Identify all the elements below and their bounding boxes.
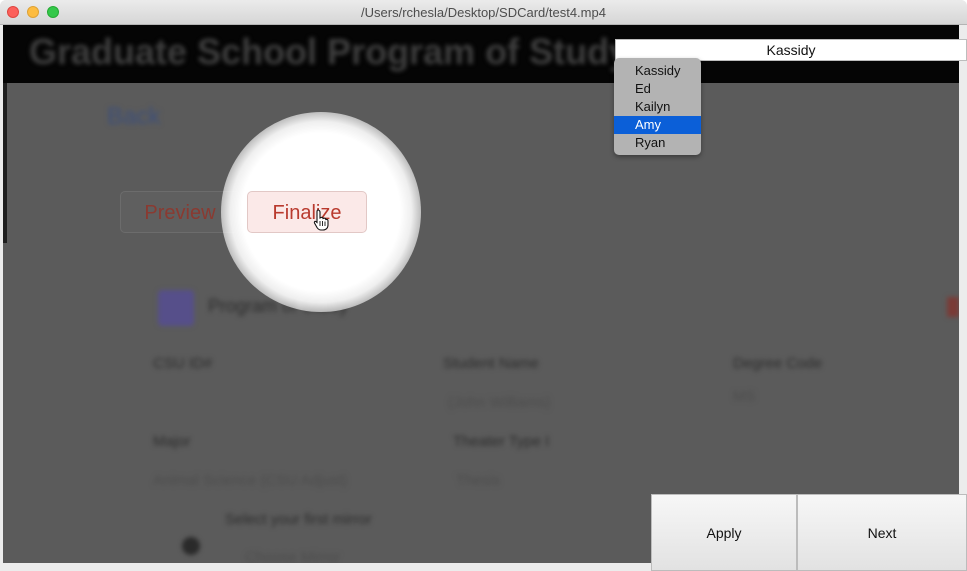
window-title: /Users/rchesla/Desktop/SDCard/test4.mp4 [361, 5, 606, 20]
person-select-dropdown[interactable]: Kassidy Ed Kailyn Amy Ryan [614, 58, 701, 155]
video-field-label: Degree Code [733, 355, 823, 372]
player-window: /Users/rchesla/Desktop/SDCard/test4.mp4 … [0, 0, 967, 571]
video-frame: Graduate School Program of Study Back Pr… [3, 25, 959, 563]
video-field-value: MS [733, 388, 756, 405]
video-field-label: Select your first mirror [225, 511, 372, 528]
video-radio-dot [182, 537, 200, 555]
video-field-value: Animal Science (CSU Adjust) [153, 472, 348, 489]
video-edge-chip [947, 297, 959, 317]
hand-cursor-icon [313, 209, 329, 231]
video-page-title: Graduate School Program of Study [29, 31, 630, 72]
video-field-label: Major [153, 433, 191, 450]
person-option[interactable]: Ed [614, 80, 701, 98]
video-left-strip [3, 83, 7, 243]
video-finalize-button: Finalize [247, 191, 367, 233]
video-select: Choose Mirror [235, 547, 575, 563]
video-field-label: Student Name [443, 355, 539, 372]
person-option[interactable]: Kailyn [614, 98, 701, 116]
person-option-highlighted[interactable]: Amy [614, 116, 701, 134]
person-option[interactable]: Ryan [614, 134, 701, 152]
video-field-value: Thesis [456, 472, 501, 489]
video-field-label: Theater Type I [453, 433, 550, 450]
video-select-value: Choose Mirror [245, 549, 341, 563]
video-back-link: Back [107, 103, 161, 130]
person-option[interactable]: Kassidy [614, 62, 701, 80]
video-section-icon [158, 290, 194, 326]
next-button[interactable]: Next [797, 494, 967, 571]
video-field-label: CSU ID# [153, 355, 213, 372]
video-field-value: (John Williams) [448, 394, 551, 411]
apply-button[interactable]: Apply [651, 494, 797, 571]
title-bar[interactable]: /Users/rchesla/Desktop/SDCard/test4.mp4 [0, 0, 967, 25]
